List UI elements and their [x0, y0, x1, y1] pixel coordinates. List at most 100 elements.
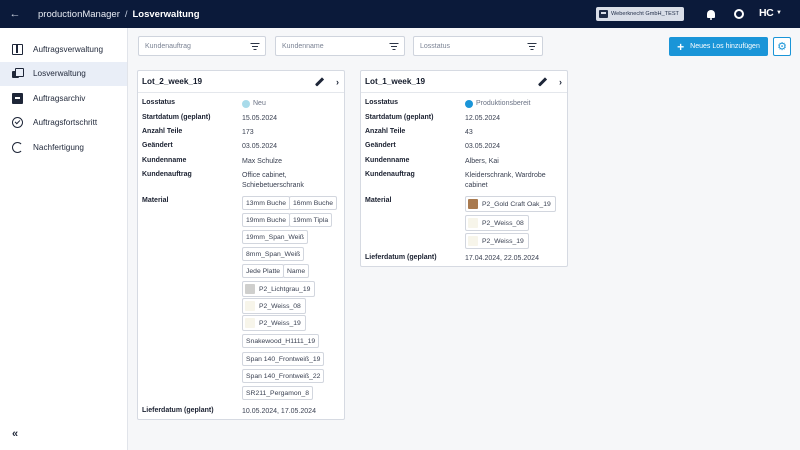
- lot-card-header: Lot_2_week_19 ›: [138, 71, 344, 93]
- sidebar-item-losverwaltung[interactable]: Losverwaltung: [0, 61, 127, 86]
- sidebar-item-auftragsverwaltung[interactable]: Auftragsverwaltung: [0, 37, 127, 62]
- field-label: Kundenname: [365, 157, 410, 164]
- sidebar-item-nachfertigung[interactable]: Nachfertigung: [0, 135, 127, 160]
- material-name: P2_Gold Craft Oak_19: [482, 200, 551, 208]
- filter-placeholder: Kundenauftrag: [145, 42, 191, 50]
- filter-kundenname[interactable]: Kundenname: [275, 36, 405, 56]
- material-name: Jede Platte: [246, 267, 281, 275]
- field-value: Max Schulze: [242, 158, 283, 165]
- material-swatch: [245, 318, 255, 328]
- material-name: P2_Weiss_08: [259, 302, 301, 310]
- material-name: P2_Weiss_08: [482, 219, 524, 227]
- material-chip: 19mm Buche: [242, 213, 291, 227]
- filter-icon[interactable]: [527, 42, 536, 50]
- sidebar-item-label: Auftragsfortschritt: [33, 118, 98, 128]
- field-value: 15.05.2024: [242, 115, 278, 122]
- material-name: 13mm Buche: [246, 199, 287, 207]
- filter-losstatus[interactable]: Losstatus: [413, 36, 543, 56]
- add-lot-button[interactable]: + Neues Los hinzufügen: [669, 37, 768, 56]
- field-label: Losstatus: [365, 99, 399, 106]
- field-value: 173: [242, 129, 254, 136]
- field-value: Albers, Kai: [465, 158, 499, 165]
- material-name: 16mm Buche: [293, 199, 334, 207]
- material-swatch: [468, 199, 478, 209]
- lots-icon: [12, 68, 24, 79]
- field-label: Startdatum (geplant): [142, 114, 211, 121]
- material-name: Span 140_Frontweiß_19: [246, 355, 321, 363]
- breadcrumb-separator: /: [124, 8, 128, 20]
- material-name: P2_Weiss_19: [259, 319, 301, 327]
- material-chip: P2_Gold Craft Oak_19: [465, 196, 556, 212]
- lot-title: Lot_2_week_19: [142, 77, 203, 86]
- breadcrumb-app[interactable]: productionManager: [38, 9, 120, 20]
- breadcrumb: productionManager / Losverwaltung: [38, 9, 200, 20]
- top-bar: ← productionManager / Losverwaltung Webe…: [0, 0, 800, 28]
- filter-icon[interactable]: [389, 42, 398, 50]
- material-name: P2_Weiss_19: [482, 237, 524, 245]
- pencil-icon[interactable]: [537, 76, 547, 87]
- material-name: Snakewood_H1111_19: [246, 337, 316, 345]
- material-swatch: [468, 236, 478, 246]
- pencil-icon[interactable]: [314, 76, 324, 87]
- lot-card: Lot_2_week_19 › Losstatus Neu Startdatum…: [137, 70, 345, 420]
- material-chip: 16mm Buche: [289, 196, 338, 210]
- field-value: cabinet: [465, 182, 488, 189]
- sidebar: Auftragsverwaltung Losverwaltung Auftrag…: [0, 28, 128, 450]
- field-label: Kundenauftrag: [365, 171, 415, 178]
- material-chip: Name: [283, 264, 310, 278]
- status-text: Neu: [253, 100, 266, 107]
- filter-kundenauftrag[interactable]: Kundenauftrag: [138, 36, 266, 56]
- status-badge: Produktionsbereit: [465, 99, 530, 109]
- filter-placeholder: Losstatus: [420, 42, 450, 50]
- material-name: 19mm_Span_Weiß: [246, 233, 305, 241]
- field-label: Startdatum (geplant): [365, 114, 434, 121]
- field-label: Material: [365, 197, 392, 204]
- field-value: Kleiderschrank, Wardrobe: [465, 172, 546, 179]
- material-chip: 19mm Tipla: [289, 213, 333, 227]
- field-value: 12.05.2024: [465, 115, 501, 122]
- material-chip: Jede Platte: [242, 264, 285, 278]
- field-label: Geändert: [365, 142, 396, 149]
- sidebar-item-auftragsfortschritt[interactable]: Auftragsfortschritt: [0, 111, 127, 136]
- field-value: 10.05.2024, 17.05.2024: [242, 408, 316, 415]
- field-label: Kundenname: [142, 157, 187, 164]
- rework-icon: [12, 141, 23, 153]
- chevron-right-icon[interactable]: ›: [559, 77, 562, 87]
- field-label: Losstatus: [142, 99, 176, 106]
- notifications-bell-icon[interactable]: [704, 7, 718, 21]
- status-dot: [242, 100, 250, 108]
- sidebar-item-auftragsarchiv[interactable]: Auftragsarchiv: [0, 86, 127, 111]
- chevron-right-icon[interactable]: ›: [336, 77, 339, 87]
- building-icon: [599, 10, 608, 18]
- lot-card-header: Lot_1_week_19 ›: [361, 71, 567, 93]
- field-value: 17.04.2024, 22.05.2024: [465, 255, 539, 262]
- back-arrow-icon[interactable]: ←: [0, 0, 30, 28]
- material-chip: SR211_Pergamon_8: [242, 386, 313, 400]
- add-lot-label: Neues Los hinzufügen: [690, 43, 760, 50]
- lot-title: Lot_1_week_19: [365, 77, 426, 86]
- material-name: Name: [287, 267, 306, 275]
- material-chip: Span 140_Frontweiß_19: [242, 352, 325, 366]
- field-label: Anzahl Teile: [365, 128, 406, 135]
- sidebar-item-label: Auftragsverwaltung: [33, 44, 104, 54]
- company-logo[interactable]: HC: [759, 7, 774, 19]
- sidebar-item-label: Losverwaltung: [33, 69, 86, 79]
- sidebar-item-label: Auftragsarchiv: [33, 93, 86, 103]
- status-badge: Neu: [242, 99, 266, 109]
- material-chip: P2_Weiss_19: [465, 233, 529, 249]
- support-headset-icon[interactable]: [732, 7, 746, 21]
- book-icon: [12, 43, 23, 55]
- material-name: 19mm Tipla: [293, 216, 329, 224]
- collapse-sidebar-icon[interactable]: «: [12, 428, 18, 440]
- material-name: Span 140_Frontweiß_22: [246, 372, 321, 380]
- chevron-down-icon[interactable]: ▼: [776, 10, 782, 16]
- sidebar-item-label: Nachfertigung: [33, 142, 84, 152]
- company-selector[interactable]: Weberknecht GmbH_TEST: [596, 7, 684, 21]
- status-text: Produktionsbereit: [476, 100, 531, 107]
- plus-icon: +: [677, 39, 685, 54]
- filter-icon[interactable]: [250, 42, 259, 50]
- material-name: SR211_Pergamon_8: [246, 389, 309, 397]
- settings-button[interactable]: ⚙: [773, 37, 791, 56]
- material-chip: P2_Lichtgrau_19: [242, 281, 316, 297]
- field-label: Lieferdatum (geplant): [142, 407, 214, 414]
